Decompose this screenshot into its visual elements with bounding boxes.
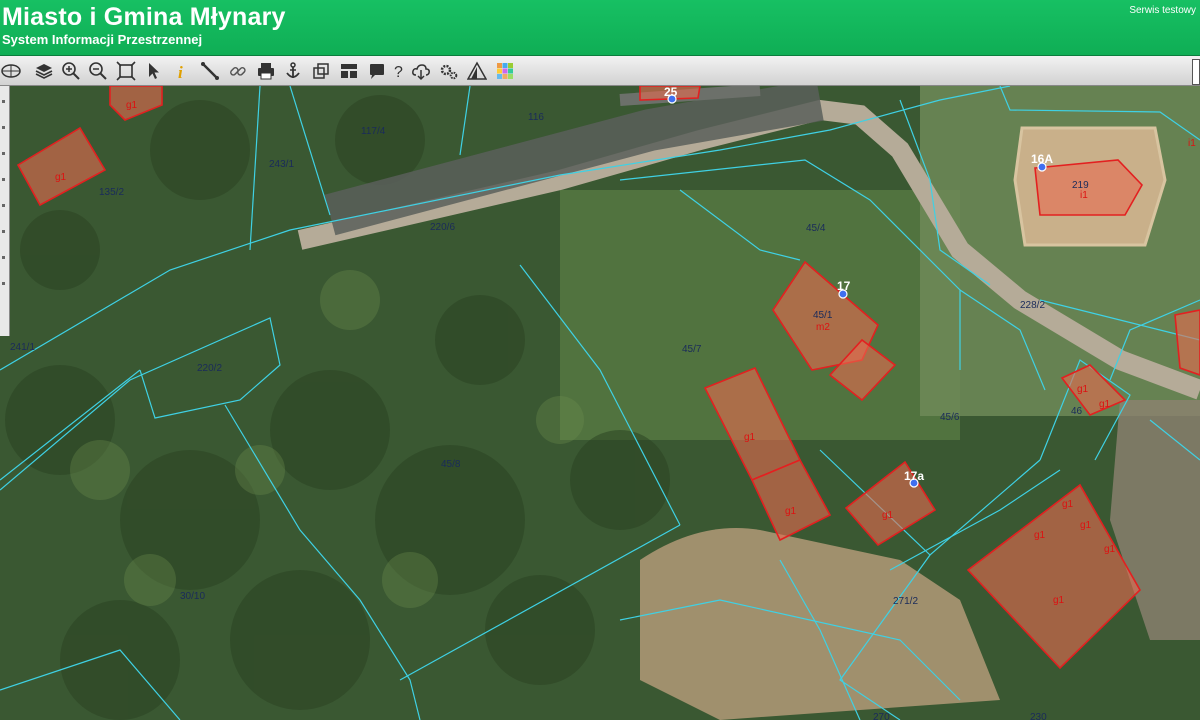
panel-marker [2,204,5,207]
toolbar-scroll-handle[interactable] [1192,59,1200,85]
zoom-in-icon[interactable] [60,60,82,82]
print-icon[interactable] [255,60,277,82]
address-label: 16A [1031,152,1053,166]
parcel-label: 220/6 [430,222,455,233]
panel-marker [2,100,5,103]
info-icon[interactable]: i [171,60,193,82]
side-panel-handle[interactable] [0,86,10,336]
panel-marker [2,256,5,259]
panel-marker [2,152,5,155]
panel-marker [2,230,5,233]
building-label: g1 [1099,399,1111,410]
building-label: g1 [1104,544,1116,555]
building-label: g1 [1034,530,1046,541]
help-icon[interactable]: ? [388,60,410,82]
building-label: g1 [1077,384,1089,395]
app-subtitle: System Informacji Przestrzennej [2,32,203,47]
parcel-label: 46 [1071,406,1083,417]
building-label: g1 [126,100,138,111]
cloud-download-icon[interactable] [410,60,432,82]
copy-icon[interactable] [310,60,332,82]
parcel-label: 270 [873,712,890,720]
parcel-label: 243/1 [269,159,294,170]
parcel-label: 230 [1030,712,1047,720]
parcel-label: 45/1 [813,310,833,321]
layers-icon[interactable] [33,60,55,82]
building-label: m2 [816,322,830,333]
address-label: 25 [664,86,678,99]
link-icon[interactable] [227,60,249,82]
building-label: i1 [1188,138,1196,149]
building-label: i1 [1080,190,1088,201]
parcel-label: 45/7 [682,344,702,355]
parcel-label: 45/6 [940,412,960,423]
building-label: g1 [744,432,756,443]
map-toolbar: i ? [0,56,1200,86]
measure-line-icon[interactable] [199,60,221,82]
parcel-label: 45/8 [441,459,461,470]
parcel-label: 116 [528,112,544,123]
comment-icon[interactable] [366,60,388,82]
parcel-label: 45/4 [806,223,826,234]
app-title: Miasto i Gmina Młynary [2,3,286,31]
parcel-label: 117/4 [361,126,386,137]
parcel-label: 30/10 [180,591,205,602]
address-label: 17 [837,279,851,293]
color-grid-icon[interactable] [494,60,516,82]
zoom-extent-icon[interactable] [115,60,137,82]
building-label: g1 [1062,499,1074,510]
settings-icon[interactable] [438,60,460,82]
map-view[interactable]: 117/4 116 243/1 135/2 220/6 45/4 17 45/1… [0,86,1200,720]
warning-icon[interactable] [466,60,488,82]
svg-text:?: ? [394,64,403,81]
svg-text:i: i [178,63,183,81]
zoom-out-icon[interactable] [87,60,109,82]
building-label: g1 [785,506,797,517]
layout-icon[interactable] [338,60,360,82]
panel-marker [2,282,5,285]
select-icon[interactable] [143,60,165,82]
building-label: g1 [55,172,67,183]
globe-icon[interactable] [0,60,22,82]
parcel-label: 241/1 [10,342,35,353]
building-label: g1 [1080,520,1092,531]
anchor-icon[interactable] [282,60,304,82]
parcel-label: 135/2 [99,187,124,198]
parcel-label: 271/2 [893,596,918,607]
address-label: 17a [904,469,924,483]
parcel-label: 220/2 [197,363,222,374]
map-canvas[interactable]: 117/4 116 243/1 135/2 220/6 45/4 17 45/1… [0,86,1200,720]
parcel-label: 228/2 [1020,300,1045,311]
service-label: Serwis testowy [1129,5,1196,16]
building-label: g1 [882,510,894,521]
panel-marker [2,126,5,129]
app-header: Miasto i Gmina Młynary System Informacji… [0,0,1200,56]
panel-marker [2,178,5,181]
building-label: g1 [1053,595,1065,606]
